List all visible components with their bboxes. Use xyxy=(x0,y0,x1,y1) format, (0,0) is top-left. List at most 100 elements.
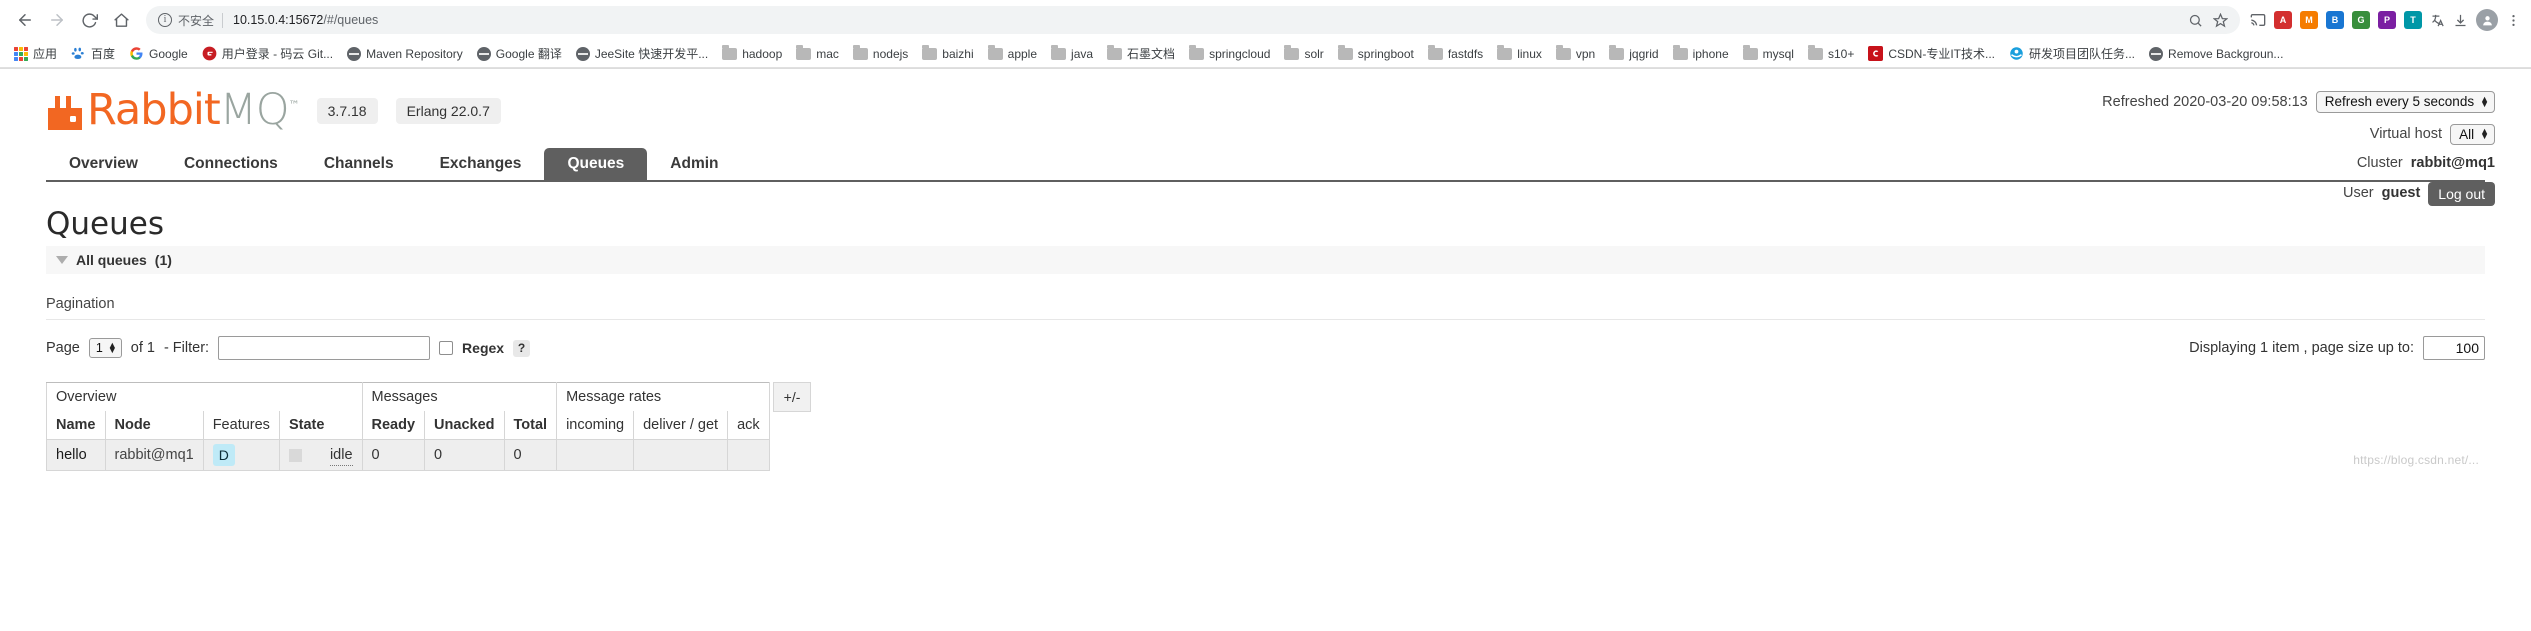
column-header-node[interactable]: Node xyxy=(104,411,204,440)
extension-blue-icon[interactable]: B xyxy=(2326,11,2344,29)
extension-teal-icon[interactable]: T xyxy=(2404,11,2422,29)
extension-green-icon[interactable]: G xyxy=(2352,11,2370,29)
bookmark-item[interactable]: CSDN-专业IT技术... xyxy=(1862,42,2001,65)
bookmark-item[interactable]: 应用 xyxy=(8,42,63,65)
bookmark-item[interactable]: java xyxy=(1045,44,1099,64)
bookmark-item[interactable]: mysql xyxy=(1737,44,1800,64)
bookmark-label: Maven Repository xyxy=(366,46,463,61)
tab-queues[interactable]: Queues xyxy=(544,147,648,180)
menu-icon[interactable] xyxy=(2506,13,2521,28)
bookmark-item[interactable]: springcloud xyxy=(1183,44,1276,64)
help-icon[interactable]: ? xyxy=(513,339,531,357)
page-size-controls: Displaying 1 item , page size up to: 100 xyxy=(2189,336,2485,360)
bookmark-item[interactable]: solr xyxy=(1278,44,1329,64)
tab-connections[interactable]: Connections xyxy=(161,148,301,181)
regex-label: Regex xyxy=(462,340,505,356)
download-icon[interactable] xyxy=(2453,13,2468,28)
cluster-label: Cluster xyxy=(2356,155,2403,171)
queues-table-body: hello rabbit@mq1 Didle 0 0 0 xyxy=(46,439,770,471)
column-group-header: Messages xyxy=(361,382,558,411)
bookmark-item[interactable]: nodejs xyxy=(847,44,914,64)
rabbitmq-logo[interactable]: RabbitMQ™ xyxy=(46,89,300,132)
all-queues-count: (1) xyxy=(154,252,172,268)
refresh-interval-select[interactable]: Refresh every 5 seconds ▲ ▼ xyxy=(2315,91,2495,113)
bookmark-item[interactable]: JeeSite 快速开发平... xyxy=(570,42,714,65)
bookmark-item[interactable]: vpn xyxy=(1550,44,1601,64)
globe-icon xyxy=(2149,46,2164,61)
table-row[interactable]: hello rabbit@mq1 Didle 0 0 0 xyxy=(46,439,770,471)
column-header-ack[interactable]: ack xyxy=(727,411,770,440)
bookmark-item[interactable]: linux xyxy=(1491,44,1548,64)
bookmark-item[interactable]: 研发项目团队任务... xyxy=(2003,42,2141,65)
regex-checkbox[interactable] xyxy=(439,341,454,355)
cluster-name: rabbit@mq1 xyxy=(2410,155,2495,171)
translate-icon[interactable] xyxy=(2430,13,2445,28)
bookmark-item[interactable]: 用户登录 - 码云 Git... xyxy=(196,42,339,65)
vhost-select[interactable]: All ▲ ▼ xyxy=(2450,123,2495,145)
bookmark-item[interactable]: fastdfs xyxy=(1422,44,1489,64)
tab-overview[interactable]: Overview xyxy=(46,148,161,181)
bookmark-item[interactable]: Remove Backgroun... xyxy=(2143,44,2289,64)
chevron-down-icon[interactable] xyxy=(56,256,68,264)
column-header-name[interactable]: Name xyxy=(46,411,106,440)
extension-purple-icon[interactable]: P xyxy=(2378,11,2396,29)
bookmark-item[interactable]: 石墨文档 xyxy=(1101,42,1181,65)
filter-input[interactable] xyxy=(218,336,431,360)
column-header-state[interactable]: State xyxy=(278,411,363,440)
column-header-ready[interactable]: Ready xyxy=(361,411,426,440)
bookmark-item[interactable]: Maven Repository xyxy=(341,44,469,64)
column-header-features[interactable]: Features xyxy=(202,411,280,440)
column-group-header: Overview xyxy=(46,382,363,411)
column-header-incoming[interactable]: incoming xyxy=(556,411,635,440)
site-info-icon[interactable]: i xyxy=(158,13,172,27)
column-header-deliver-get[interactable]: deliver / get xyxy=(633,411,729,440)
column-header-total[interactable]: Total xyxy=(503,411,558,440)
reload-icon[interactable] xyxy=(74,5,104,35)
bookmark-item[interactable]: mac xyxy=(790,44,845,64)
address-bar[interactable]: i 不安全 10.15.0.4:15672/#/queues xyxy=(146,6,2240,34)
toggle-columns-button[interactable]: +/- xyxy=(772,382,812,412)
folder-icon xyxy=(1742,44,1758,60)
folder-icon xyxy=(852,44,868,60)
folder-icon xyxy=(1337,44,1353,60)
rabbitmq-page: RabbitMQ™ 3.7.18 Erlang 22.0.7 Refreshed… xyxy=(0,69,2531,471)
bookmark-item[interactable]: Google xyxy=(123,43,194,64)
bookmark-label: solr xyxy=(1304,46,1324,61)
bookmark-item[interactable]: 百度 xyxy=(65,42,121,65)
back-arrow-icon[interactable] xyxy=(10,5,40,35)
filter-label: - Filter: xyxy=(163,340,210,356)
bookmark-label: hadoop xyxy=(742,46,783,61)
bookmark-item[interactable]: springboot xyxy=(1332,44,1420,64)
cast-icon[interactable] xyxy=(2250,12,2266,28)
star-icon[interactable] xyxy=(2213,12,2228,28)
bookmark-item[interactable]: apple xyxy=(982,44,1043,64)
browser-chrome: i 不安全 10.15.0.4:15672/#/queues A M B G P xyxy=(0,0,2531,69)
pagination-section-label: Pagination xyxy=(46,296,2485,320)
cell-queue-name[interactable]: hello xyxy=(46,439,106,471)
folder-icon xyxy=(1672,44,1688,60)
bookmark-item[interactable]: baizhi xyxy=(916,44,979,64)
folder-icon xyxy=(722,44,738,60)
extension-red-icon[interactable]: A xyxy=(2274,11,2292,29)
log-out-button[interactable]: Log out xyxy=(2428,181,2495,206)
bookmark-item[interactable]: hadoop xyxy=(716,44,788,64)
page-size-input[interactable]: 100 xyxy=(2423,336,2485,360)
ie-icon xyxy=(2009,46,2024,61)
profile-avatar[interactable] xyxy=(2476,9,2498,31)
tab-admin[interactable]: Admin xyxy=(647,148,741,181)
bookmark-item[interactable]: s10+ xyxy=(1802,44,1860,64)
column-header-unacked[interactable]: Unacked xyxy=(424,411,505,440)
cell-node: rabbit@mq1 xyxy=(104,439,204,471)
forward-arrow-icon[interactable] xyxy=(42,5,72,35)
zoom-icon[interactable] xyxy=(2188,13,2203,28)
bookmark-item[interactable]: jqgrid xyxy=(1603,44,1664,64)
bookmark-item[interactable]: Google 翻译 xyxy=(471,42,568,65)
folder-icon xyxy=(1807,44,1823,60)
bookmark-item[interactable]: iphone xyxy=(1667,44,1735,64)
tab-exchanges[interactable]: Exchanges xyxy=(417,148,545,181)
home-icon[interactable] xyxy=(106,5,136,35)
extension-orange-icon[interactable]: M xyxy=(2300,11,2318,29)
page-number-select[interactable]: 1 ▲ ▼ xyxy=(88,338,122,358)
tab-channels[interactable]: Channels xyxy=(301,148,417,181)
all-queues-section-header[interactable]: All queues (1) xyxy=(46,246,2485,274)
